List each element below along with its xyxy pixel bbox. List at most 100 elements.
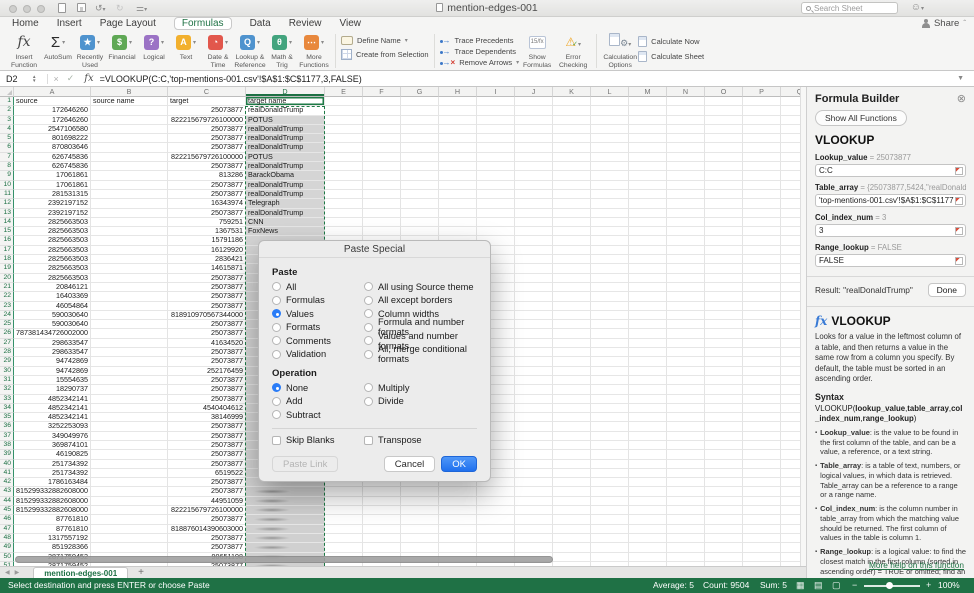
cell[interactable]	[515, 199, 553, 208]
cell[interactable]	[515, 311, 553, 320]
cell[interactable]	[705, 218, 743, 227]
cell[interactable]	[743, 97, 781, 106]
cell[interactable]	[591, 478, 629, 487]
cell[interactable]	[91, 460, 168, 469]
cell[interactable]	[591, 506, 629, 515]
cell[interactable]	[781, 134, 800, 143]
date-time-button[interactable]: ◔▾Date &Time	[202, 32, 234, 69]
cell[interactable]	[667, 255, 705, 264]
cell[interactable]	[705, 162, 743, 171]
tab-formulas[interactable]: Formulas	[174, 17, 232, 30]
cell[interactable]	[781, 534, 800, 543]
cell[interactable]	[743, 395, 781, 404]
cell[interactable]	[705, 432, 743, 441]
cell[interactable]	[591, 283, 629, 292]
cell[interactable]: 16129920	[168, 246, 246, 255]
cell[interactable]: 172646260	[14, 106, 91, 115]
cell[interactable]: 25073877	[168, 143, 246, 152]
cell[interactable]	[477, 506, 515, 515]
cell[interactable]	[553, 236, 591, 245]
cell[interactable]	[325, 525, 363, 534]
cell[interactable]	[781, 543, 800, 552]
cell[interactable]	[705, 209, 743, 218]
cell[interactable]	[91, 404, 168, 413]
cell[interactable]	[629, 487, 667, 496]
cell[interactable]	[629, 302, 667, 311]
cell[interactable]	[781, 218, 800, 227]
cell[interactable]	[705, 404, 743, 413]
cell[interactable]	[515, 264, 553, 273]
cell[interactable]	[439, 153, 477, 162]
cell[interactable]	[705, 181, 743, 190]
paste-option-all-except-borders[interactable]: All except borders	[364, 294, 477, 308]
cell[interactable]: POTUS	[246, 153, 325, 162]
cell[interactable]: 349049976	[14, 432, 91, 441]
cell[interactable]	[705, 450, 743, 459]
column-header-G[interactable]: G	[401, 87, 439, 97]
cell[interactable]	[439, 218, 477, 227]
cell[interactable]: POTUS	[246, 116, 325, 125]
cell[interactable]: 38146999	[168, 413, 246, 422]
cell[interactable]	[325, 125, 363, 134]
column-header-A[interactable]: A	[14, 87, 91, 97]
cell[interactable]	[629, 367, 667, 376]
cell[interactable]	[515, 376, 553, 385]
cell[interactable]	[629, 497, 667, 506]
cell[interactable]	[515, 534, 553, 543]
cell[interactable]	[477, 209, 515, 218]
column-header-C[interactable]: C	[168, 87, 246, 97]
cell[interactable]	[705, 171, 743, 180]
cell[interactable]	[91, 534, 168, 543]
formula-field-input[interactable]: 3	[815, 224, 966, 237]
cell[interactable]: 818876014390603000	[168, 525, 246, 534]
cell[interactable]	[781, 348, 800, 357]
row-header[interactable]: 13	[0, 209, 14, 218]
cell[interactable]	[667, 404, 705, 413]
cell[interactable]	[439, 134, 477, 143]
row-header[interactable]: 2	[0, 106, 14, 115]
next-sheet-icon[interactable]: ▶	[15, 569, 20, 576]
cell[interactable]	[477, 106, 515, 115]
cell[interactable]	[781, 106, 800, 115]
cell[interactable]	[781, 320, 800, 329]
cell[interactable]	[667, 218, 705, 227]
cell[interactable]	[781, 209, 800, 218]
page-layout-view-icon[interactable]: ▤	[814, 580, 823, 591]
paste-option-formats[interactable]: Formats	[272, 321, 364, 335]
cell[interactable]	[91, 422, 168, 431]
autosum-button[interactable]: Σ▾AutoSum	[42, 32, 74, 62]
cell[interactable]	[363, 143, 401, 152]
cell[interactable]	[667, 506, 705, 515]
paste-option-all-using-source-theme[interactable]: All using Source theme	[364, 280, 477, 294]
row-header[interactable]: 44	[0, 497, 14, 506]
cell[interactable]	[91, 116, 168, 125]
cell[interactable]	[781, 246, 800, 255]
cell[interactable]	[667, 153, 705, 162]
cell[interactable]	[91, 283, 168, 292]
cell[interactable]	[705, 395, 743, 404]
row-header[interactable]: 28	[0, 348, 14, 357]
range-selector-icon[interactable]	[955, 257, 963, 265]
row-header[interactable]: 43	[0, 487, 14, 496]
checkbox-skip-blanks[interactable]: Skip Blanks	[272, 434, 364, 448]
row-header[interactable]: 29	[0, 357, 14, 366]
cell[interactable]	[667, 441, 705, 450]
sheet-tab[interactable]: mention-edges-001	[33, 567, 128, 579]
cell[interactable]	[629, 329, 667, 338]
cell[interactable]	[667, 97, 705, 106]
cell[interactable]	[439, 515, 477, 524]
cell[interactable]	[553, 106, 591, 115]
cell[interactable]: 1367531	[168, 227, 246, 236]
cell[interactable]	[667, 450, 705, 459]
cell[interactable]	[629, 171, 667, 180]
expand-formula-bar-icon[interactable]: ▼	[957, 75, 964, 82]
cell[interactable]: 818910970567344000	[168, 311, 246, 320]
cell[interactable]	[705, 525, 743, 534]
cell[interactable]: 25073877	[168, 209, 246, 218]
cell[interactable]	[363, 497, 401, 506]
cell[interactable]	[667, 171, 705, 180]
cell[interactable]	[705, 469, 743, 478]
cell[interactable]	[781, 339, 800, 348]
cell[interactable]: 87761810	[14, 525, 91, 534]
cell[interactable]	[401, 190, 439, 199]
